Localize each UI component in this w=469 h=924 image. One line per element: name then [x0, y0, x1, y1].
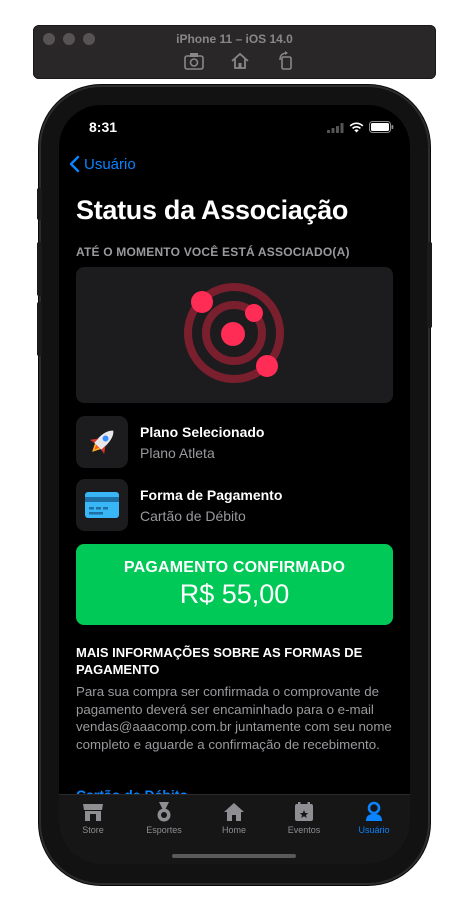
payment-amount: R$ 55,00: [179, 579, 290, 609]
credit-card-icon: [76, 479, 128, 531]
medal-icon: [157, 802, 171, 822]
power-button: [427, 242, 432, 328]
home-indicator: [172, 854, 296, 858]
chevron-left-icon: [69, 155, 80, 173]
tab-usuario[interactable]: Usuário: [344, 801, 404, 835]
simulator-toolbar: iPhone 11 – iOS 14.0: [33, 25, 436, 79]
tab-eventos-label: Eventos: [287, 825, 321, 835]
tab-esportes[interactable]: Esportes: [134, 801, 194, 835]
payment-confirmed-banner: PAGAMENTO CONFIRMADO R$ 55,00: [76, 544, 393, 625]
tab-store[interactable]: Store: [63, 801, 123, 835]
tab-esportes-label: Esportes: [146, 825, 182, 835]
tab-usuario-label: Usuário: [358, 825, 390, 835]
home-icon: [224, 803, 244, 821]
tab-home-label: Home: [221, 825, 246, 835]
payment-method-value: Cartão de Débito: [140, 508, 246, 524]
app-screen: 8:31 Usuário Status da Associação ATÉ O …: [59, 105, 410, 864]
user-icon: [366, 801, 382, 821]
payment-method-row: Forma de Pagamento Cartão de Débito: [76, 479, 393, 531]
status-icons: [327, 120, 394, 138]
calendar-icon: [295, 802, 313, 821]
section-label: ATÉ O MOMENTO VOCÊ ESTÁ ASSOCIADO(A): [76, 245, 350, 259]
back-button[interactable]: Usuário: [69, 155, 136, 173]
simulator-title: iPhone 11 – iOS 14.0: [176, 32, 293, 46]
notch: [137, 105, 333, 133]
tab-home[interactable]: Home: [204, 801, 264, 835]
volume-up-button: [37, 242, 42, 296]
back-label: Usuário: [84, 155, 136, 173]
page-title: Status da Associação: [76, 195, 349, 225]
status-time: 8:31: [89, 119, 118, 135]
info-heading: MAIS INFORMAÇÕES SOBRE AS FORMAS DE PAGA…: [76, 645, 363, 677]
info-body: Para sua compra ser confirmada o comprov…: [76, 684, 392, 752]
hero-banner: [76, 267, 393, 403]
plan-value: Plano Atleta: [140, 445, 215, 461]
payment-method-title: Forma de Pagamento: [140, 487, 283, 503]
home-button-icon[interactable]: [229, 51, 251, 71]
tab-store-label: Store: [82, 825, 104, 835]
battery-icon: [369, 120, 394, 138]
tab-eventos[interactable]: Eventos: [274, 801, 334, 835]
mute-switch: [37, 188, 42, 220]
screenshot-icon[interactable]: [183, 51, 205, 71]
association-logo-icon: [184, 283, 284, 383]
plan-title: Plano Selecionado: [140, 424, 265, 440]
store-icon: [83, 804, 103, 821]
wifi-icon: [349, 120, 364, 138]
rotate-icon[interactable]: [275, 51, 297, 71]
selected-plan-row: Plano Selecionado Plano Atleta: [76, 416, 393, 468]
payment-status: PAGAMENTO CONFIRMADO: [123, 559, 346, 576]
rocket-icon: [76, 416, 128, 468]
volume-down-button: [37, 302, 42, 356]
